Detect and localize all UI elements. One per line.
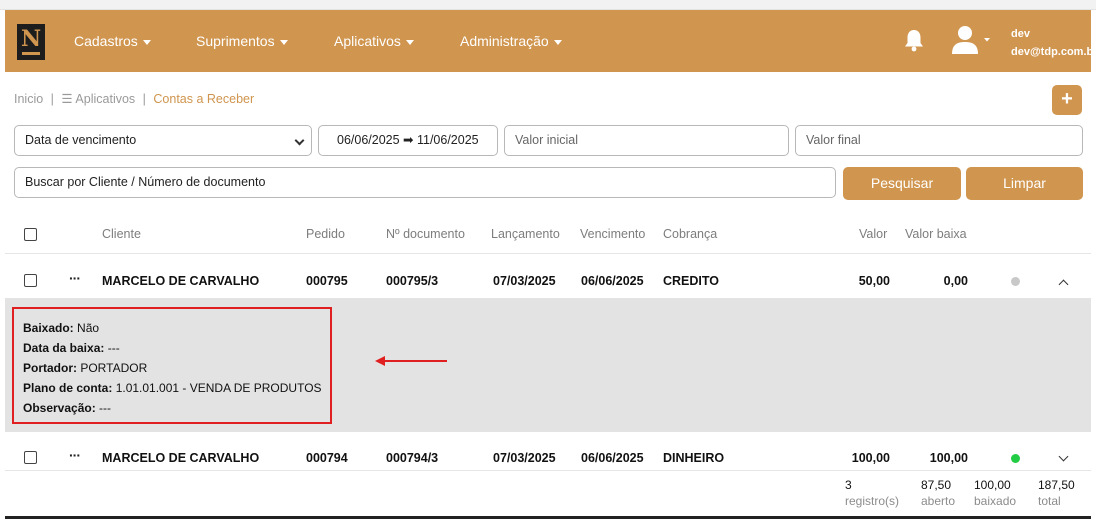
row-checkbox[interactable] [24,274,37,287]
summary-registros-label: registro(s) [845,494,900,508]
cell-cobranca: DINHEIRO [663,451,725,465]
bottom-border [5,516,1091,519]
menu-cadastros[interactable]: Cadastros [74,10,151,72]
cell-cliente: MARCELO DE CARVALHO [102,274,260,288]
caret-down-icon [405,39,414,45]
status-dot [1011,454,1020,463]
menu-label: Suprimentos [196,33,275,49]
chevron-down-icon[interactable] [1058,451,1069,462]
breadcrumb-current: Contas a Receber [153,92,255,106]
breadcrumb-separator: | [50,92,54,106]
row-checkbox[interactable] [24,451,37,464]
cell-valor-baixa: 0,00 [943,274,968,288]
cell-lancamento: 07/03/2025 [493,274,556,288]
annotation-arrow [383,360,447,362]
header-valor[interactable]: Valor [859,227,887,241]
caret-down-icon [142,39,151,45]
summary-total-value: 187,50 [1038,478,1075,492]
breadcrumb-separator: | [142,92,146,106]
bell-icon[interactable] [903,28,925,52]
status-dot [1011,277,1020,286]
menu-icon: ☰ [61,92,73,106]
cell-documento: 000794/3 [386,451,439,465]
detail-plano-conta: Plano de conta: 1.01.01.001 - VENDA DE P… [23,381,322,395]
summary-aberto-value: 87,50 [921,478,952,492]
detail-observacao: Observação: --- [23,401,112,415]
summary-total-label: total [1038,494,1061,508]
user-icon[interactable] [951,25,991,55]
logo-underline [22,52,40,55]
search-button[interactable]: Pesquisar [843,167,961,200]
cell-pedido: 000794 [306,451,348,465]
header-lancamento[interactable]: Lançamento [491,227,560,241]
date-type-select[interactable]: Data de vencimento [14,125,312,156]
cell-vencimento: 06/06/2025 [581,274,644,288]
summary-baixado-value: 100,00 [974,478,1011,492]
top-navbar: N Cadastros Suprimentos Aplicativos Admi… [5,10,1096,72]
menu-aplicativos[interactable]: Aplicativos [334,10,414,72]
valor-final-input[interactable]: Valor final [795,125,1083,156]
breadcrumb-aplicativos[interactable]: Aplicativos [75,92,135,106]
cell-cliente: MARCELO DE CARVALHO [102,451,260,465]
clear-button[interactable]: Limpar [966,167,1083,200]
cell-vencimento: 06/06/2025 [581,451,644,465]
header-vencimento[interactable]: Vencimento [580,227,645,241]
valor-inicial-input[interactable]: Valor inicial [504,125,789,156]
menu-label: Administração [460,33,549,49]
header-cobranca[interactable]: Cobrança [663,227,717,241]
cell-cobranca: CREDITO [663,274,720,288]
menu-label: Cadastros [74,33,138,49]
row-detail-panel: Baixado: Não Data da baixa: --- Portador… [5,298,1091,432]
detail-portador: Portador: PORTADOR [23,361,148,375]
chevron-up-icon[interactable] [1058,279,1069,290]
search-input[interactable]: Buscar por Cliente / Número de documento [14,167,836,198]
summary-aberto-label: aberto [921,494,956,508]
caret-down-icon [553,39,562,45]
divider [5,253,1091,254]
detail-data-baixa: Data da baixa: --- [23,341,120,355]
browser-frame [0,0,1096,10]
cell-valor: 100,00 [851,451,890,465]
cell-documento: 000795/3 [386,274,439,288]
detail-baixado: Baixado: Não [23,321,100,335]
header-valor-baixa[interactable]: Valor baixa [905,227,967,241]
menu-administracao[interactable]: Administração [460,10,562,72]
cell-valor: 50,00 [858,274,890,288]
user-name: dev [1011,28,1030,40]
header-documento[interactable]: Nº documento [386,227,465,241]
date-range-input[interactable]: 06/06/2025 ➡ 11/06/2025 [318,125,498,156]
row-menu-icon[interactable]: ··· [69,270,81,286]
breadcrumb: Inicio | ☰ Aplicativos | Contas a Recebe… [14,91,254,106]
row-menu-icon[interactable]: ··· [69,447,81,463]
date-type-value: Data de vencimento [25,133,137,147]
cell-valor-baixa: 100,00 [929,451,968,465]
caret-down-icon [279,39,288,45]
summary-baixado-label: baixado [974,494,1017,508]
divider [5,470,1091,471]
logo-text: N [20,26,42,52]
header-pedido[interactable]: Pedido [306,227,345,241]
arrow-left-icon [375,356,385,366]
highlight-box: Baixado: Não Data da baixa: --- Portador… [12,307,332,424]
cell-pedido: 000795 [306,274,348,288]
app-logo[interactable]: N [17,24,45,60]
cell-lancamento: 07/03/2025 [493,451,556,465]
summary-registros-count: 3 [845,478,852,492]
add-button[interactable]: + [1052,85,1082,115]
chevron-down-icon [294,135,305,146]
select-all-checkbox[interactable] [24,228,37,241]
breadcrumb-home[interactable]: Inicio [14,92,43,106]
user-email: dev@tdp.com.br [1011,46,1096,58]
header-cliente[interactable]: Cliente [102,227,141,241]
menu-label: Aplicativos [334,33,401,49]
menu-suprimentos[interactable]: Suprimentos [196,10,288,72]
